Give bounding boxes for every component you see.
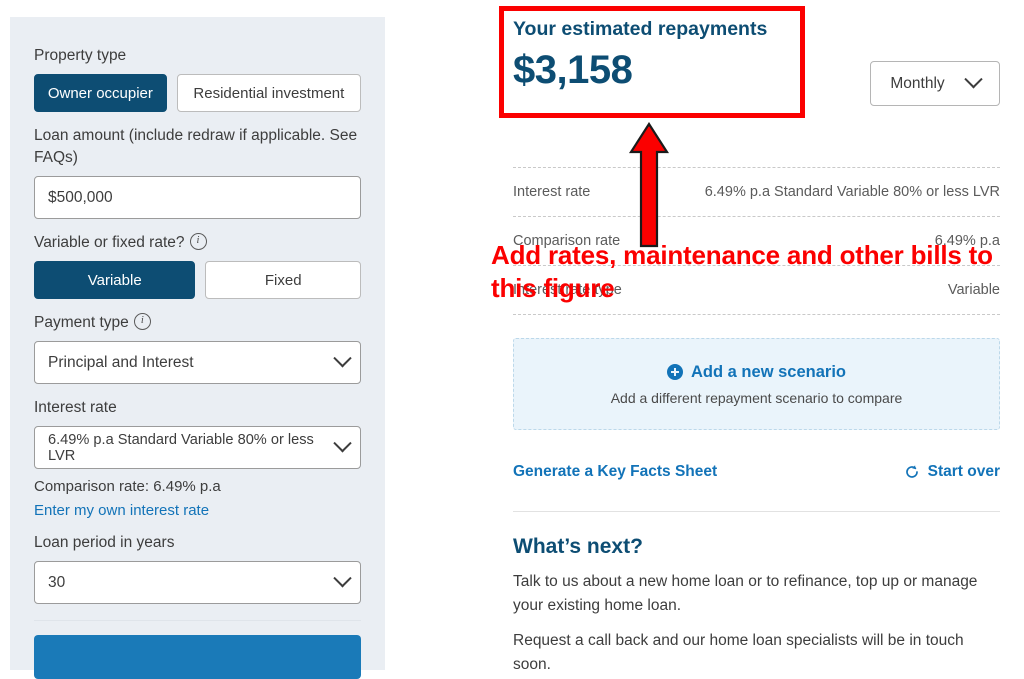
section-divider [513, 511, 1000, 512]
estimate-title: Your estimated repayments [513, 18, 768, 40]
generate-key-facts-link[interactable]: Generate a Key Facts Sheet [513, 463, 717, 481]
loan-amount-input[interactable]: $500,000 [34, 176, 361, 219]
chevron-down-icon [963, 70, 983, 89]
interest-rate-select[interactable]: 6.49% p.a Standard Variable 80% or less … [34, 426, 361, 469]
rate-row-value: 6.49% p.a Standard Variable 80% or less … [704, 184, 1000, 200]
rate-summary-table: Interest rate 6.49% p.a Standard Variabl… [513, 167, 1000, 315]
chevron-down-icon [333, 349, 352, 368]
whats-next-title: What’s next? [513, 535, 643, 558]
loan-amount-value: $500,000 [48, 188, 113, 206]
table-row: Interest rate type Variable [513, 266, 1000, 314]
repayment-frequency-select[interactable]: Monthly [870, 61, 1000, 106]
panel-divider [34, 620, 361, 621]
loan-period-value: 30 [48, 573, 66, 591]
add-scenario-card[interactable]: Add a new scenario Add a different repay… [513, 338, 1000, 430]
repayment-frequency-value: Monthly [890, 74, 945, 92]
rate-row-value: 6.49% p.a [934, 233, 1000, 249]
comparison-rate-note: Comparison rate: 6.49% p.a [34, 478, 221, 495]
table-row: Interest rate 6.49% p.a Standard Variabl… [513, 168, 1000, 216]
results-lower: Add a new scenario Add a different repay… [513, 310, 1000, 677]
loan-period-select[interactable]: 30 [34, 561, 361, 604]
info-icon[interactable] [133, 313, 151, 330]
loan-period-label: Loan period in years [34, 534, 175, 551]
add-scenario-title: Add a new scenario [667, 363, 846, 382]
start-over-button[interactable]: Start over [904, 463, 1000, 481]
loan-amount-label: Loan amount (include redraw if applicabl… [34, 127, 358, 166]
property-type-toggle-group: Owner occupier Residential investment [34, 74, 361, 112]
refresh-icon [905, 465, 918, 478]
estimate-block: Your estimated repayments $3,158 [513, 17, 813, 93]
estimate-amount: $3,158 [513, 48, 633, 92]
table-row: Comparison rate 6.49% p.a [513, 217, 1000, 265]
plus-circle-icon [667, 364, 684, 380]
whats-next-paragraph: Talk to us about a new home loan or to r… [513, 573, 978, 614]
rate-type-fixed-button[interactable]: Fixed [205, 261, 361, 299]
enter-own-rate-link[interactable]: Enter my own interest rate [34, 502, 361, 519]
rate-row-label: Interest rate type [513, 282, 622, 298]
payment-type-label-text: Payment type [34, 314, 129, 331]
payment-type-select[interactable]: Principal and Interest [34, 341, 361, 384]
rate-type-toggle-group: Variable Fixed [34, 261, 361, 299]
chevron-down-icon [333, 569, 352, 588]
results-panel: Your estimated repayments $3,158 Monthly… [513, 0, 1000, 673]
interest-rate-label: Interest rate [34, 399, 117, 416]
interest-rate-value: 6.49% p.a Standard Variable 80% or less … [48, 431, 314, 464]
property-type-label: Property type [34, 47, 127, 64]
rate-row-label: Interest rate [513, 184, 591, 200]
property-type-residential-investment-button[interactable]: Residential investment [176, 74, 361, 112]
chevron-down-icon [333, 434, 352, 453]
results-actions: Generate a Key Facts Sheet Start over [513, 463, 1000, 481]
calculate-button[interactable] [34, 635, 361, 679]
add-scenario-subtitle: Add a different repayment scenario to co… [610, 389, 903, 406]
rate-row-value: Variable [947, 282, 1000, 298]
add-scenario-label: Add a new scenario [691, 362, 846, 381]
property-type-owner-occupier-button[interactable]: Owner occupier [34, 74, 167, 112]
rate-row-label: Comparison rate [513, 233, 621, 249]
rate-type-label: Variable or fixed rate? [34, 232, 361, 254]
rate-type-label-text: Variable or fixed rate? [34, 234, 185, 251]
rate-type-variable-button[interactable]: Variable [34, 261, 196, 299]
payment-type-value: Principal and Interest [48, 353, 194, 371]
info-icon[interactable] [189, 233, 207, 250]
payment-type-label: Payment type [34, 312, 361, 334]
start-over-label: Start over [927, 463, 1000, 480]
loan-calculator-panel: Property type Owner occupier Residential… [10, 17, 385, 679]
